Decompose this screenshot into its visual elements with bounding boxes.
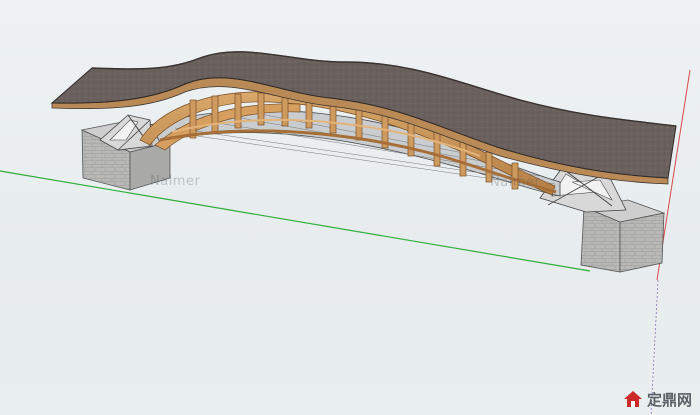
left-truss-support <box>99 114 153 151</box>
site-watermark-text: 定鼎网 <box>646 390 692 409</box>
modeling-viewport[interactable]: Nalmer Nalmer 定鼎网 <box>0 0 700 415</box>
house-logo-icon <box>623 391 642 407</box>
site-watermark: 定鼎网 <box>623 387 692 411</box>
bridge-model-scene <box>0 51 691 415</box>
green-axis <box>0 170 591 272</box>
